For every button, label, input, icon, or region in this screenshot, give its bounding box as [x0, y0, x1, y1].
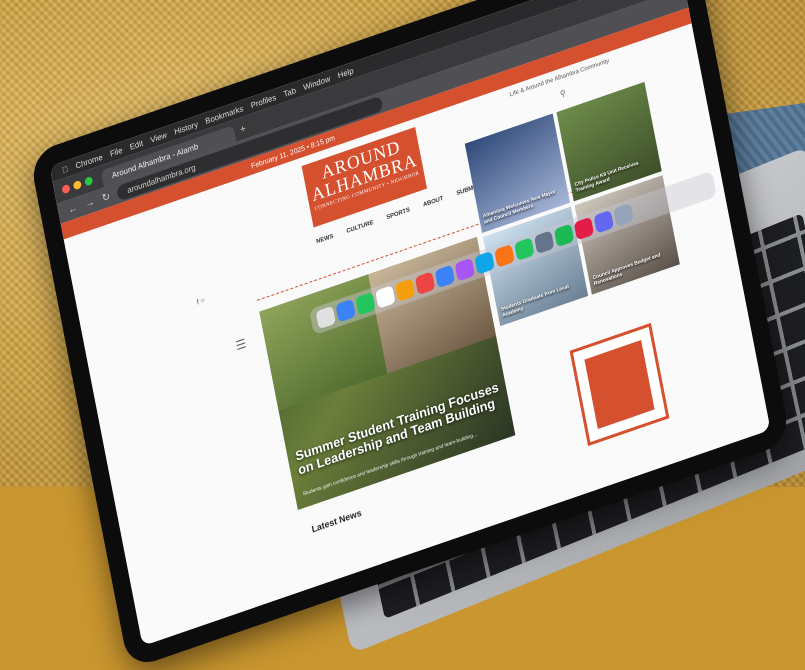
menu-item-edit[interactable]: Edit — [129, 138, 144, 151]
back-icon[interactable]: ← — [67, 202, 79, 216]
minimize-window-button[interactable] — [72, 179, 82, 191]
window-controls — [61, 175, 94, 195]
dock-app-icon[interactable] — [533, 230, 555, 255]
social-icons[interactable]: f ○ — [196, 297, 205, 307]
latest-news-heading: Latest News — [310, 507, 363, 535]
menu-item-file[interactable]: File — [109, 145, 123, 158]
dock-app-icon[interactable] — [553, 223, 575, 248]
dock-app-icon[interactable] — [375, 285, 396, 309]
dock-app-icon[interactable] — [494, 244, 515, 268]
close-window-button[interactable] — [61, 183, 71, 195]
reload-icon[interactable]: ↻ — [101, 191, 111, 205]
dock-app-icon[interactable] — [355, 291, 376, 316]
menu-item-help[interactable]: Help — [337, 66, 354, 80]
dock-app-icon[interactable] — [434, 264, 456, 289]
story-tile-caption: Council Approves Budget and Renovations — [592, 252, 661, 288]
dock-app-icon[interactable] — [394, 278, 416, 302]
apple-icon[interactable]:  — [61, 164, 68, 175]
nav-item-culture[interactable]: CULTURE — [346, 220, 374, 235]
dock-app-icon[interactable] — [414, 271, 436, 296]
nav-item-about[interactable]: ABOUT — [423, 196, 444, 209]
dock-app-icon[interactable] — [613, 203, 634, 227]
website-content: AROUND ALHAMBRA CONNECTING COMMUNITY • N… — [63, 23, 771, 646]
new-tab-icon[interactable]: + — [239, 123, 247, 140]
search-icon[interactable]: ⚲ — [559, 88, 566, 99]
dock-app-icon[interactable] — [593, 209, 615, 234]
ad-inner-panel — [584, 340, 655, 429]
nav-item-news[interactable]: NEWS — [316, 234, 334, 246]
forward-icon[interactable]: → — [84, 196, 96, 210]
advertisement-box[interactable] — [569, 322, 670, 447]
menu-item-tab[interactable]: Tab — [283, 85, 297, 98]
story-tile-caption: Students Graduate from Local Academy — [500, 283, 570, 319]
dock-app-icon[interactable] — [573, 216, 595, 241]
hamburger-menu-icon[interactable]: ☰ — [234, 336, 247, 353]
zoom-window-button[interactable] — [84, 175, 94, 187]
dock-app-icon[interactable] — [474, 250, 495, 275]
dock-app-icon[interactable] — [315, 305, 337, 330]
dock-app-icon[interactable] — [514, 237, 535, 261]
dock-app-icon[interactable] — [335, 298, 356, 323]
dock-app-icon[interactable] — [454, 257, 476, 282]
nav-item-sports[interactable]: SPORTS — [386, 207, 410, 221]
